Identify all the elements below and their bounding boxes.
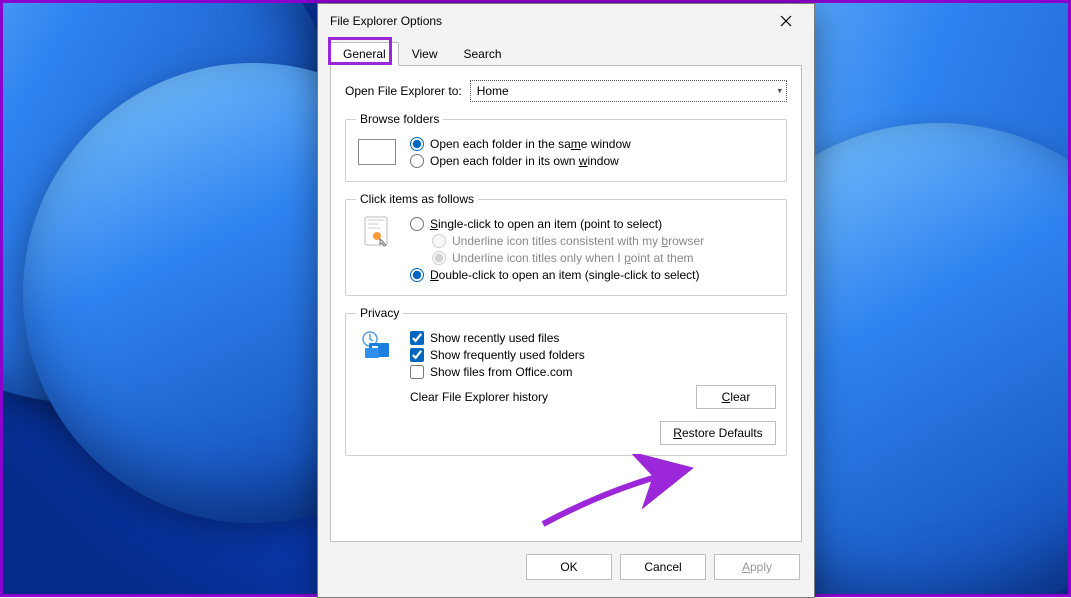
browse-folders-group: Browse folders Open each folder in the s… xyxy=(345,112,787,182)
radio-underline-point-label: Underline icon titles only when I point … xyxy=(452,251,693,265)
click-items-group: Click items as follows Single-click to o… xyxy=(345,192,787,296)
checkbox-recent-files-label: Show recently used files xyxy=(430,331,559,345)
privacy-legend: Privacy xyxy=(356,306,403,320)
radio-underline-browser-label: Underline icon titles consistent with my… xyxy=(452,234,704,248)
window-title: File Explorer Options xyxy=(330,14,442,28)
restore-defaults-button[interactable]: Restore Defaults xyxy=(660,421,776,445)
tab-strip: General View Search xyxy=(318,38,814,66)
radio-own-window-label: Open each folder in its own window xyxy=(430,154,619,168)
clear-button[interactable]: Clear xyxy=(696,385,776,409)
combo-value: Home xyxy=(477,84,509,98)
tab-general[interactable]: General xyxy=(330,42,399,66)
radio-double-click[interactable] xyxy=(410,268,424,282)
checkbox-frequent-folders-label: Show frequently used folders xyxy=(430,348,585,362)
checkbox-office-files[interactable] xyxy=(410,365,424,379)
close-icon xyxy=(780,15,792,27)
close-button[interactable] xyxy=(766,7,806,35)
tab-content-general: Open File Explorer to: Home ▾ Browse fol… xyxy=(330,66,802,542)
checkbox-recent-files[interactable] xyxy=(410,331,424,345)
clear-history-label: Clear File Explorer history xyxy=(410,390,688,404)
radio-same-window-label: Open each folder in the same window xyxy=(430,137,631,151)
radio-same-window[interactable] xyxy=(410,137,424,151)
titlebar[interactable]: File Explorer Options xyxy=(318,4,814,38)
window-icon xyxy=(356,134,398,170)
radio-underline-browser xyxy=(432,234,446,248)
radio-single-click[interactable] xyxy=(410,217,424,231)
cancel-button[interactable]: Cancel xyxy=(620,554,706,580)
chevron-down-icon: ▾ xyxy=(777,86,782,97)
radio-double-click-label: Double-click to open an item (single-cli… xyxy=(430,268,699,282)
click-items-legend: Click items as follows xyxy=(356,192,478,206)
ok-button[interactable]: OK xyxy=(526,554,612,580)
dialog-button-row: OK Cancel Apply xyxy=(318,554,814,580)
quick-access-icon xyxy=(356,328,398,364)
browse-folders-legend: Browse folders xyxy=(356,112,443,126)
tab-view[interactable]: View xyxy=(399,42,451,66)
file-explorer-options-dialog: File Explorer Options General View Searc… xyxy=(317,3,815,598)
radio-single-click-label: Single-click to open an item (point to s… xyxy=(430,217,662,231)
open-file-explorer-to-label: Open File Explorer to: xyxy=(345,84,462,98)
radio-own-window[interactable] xyxy=(410,154,424,168)
radio-underline-point xyxy=(432,251,446,265)
apply-button: Apply xyxy=(714,554,800,580)
checkbox-frequent-folders[interactable] xyxy=(410,348,424,362)
privacy-group: Privacy Show recently used files xyxy=(345,306,787,456)
open-file-explorer-to-combo[interactable]: Home ▾ xyxy=(470,80,787,102)
tab-search[interactable]: Search xyxy=(451,42,515,66)
cursor-click-icon xyxy=(356,214,398,250)
checkbox-office-files-label: Show files from Office.com xyxy=(430,365,573,379)
